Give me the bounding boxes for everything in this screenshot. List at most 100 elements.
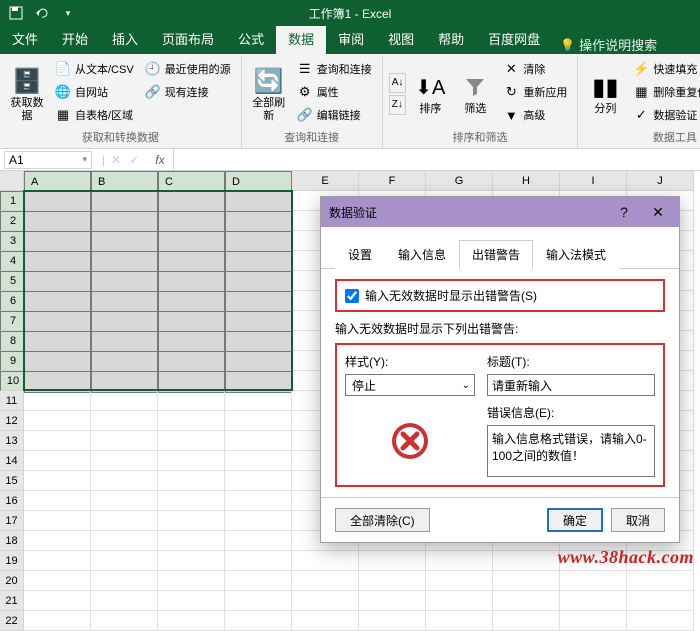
clear-all-button[interactable]: 全部清除(C) — [335, 508, 430, 532]
cell[interactable] — [493, 571, 560, 591]
clear-filter-button[interactable]: ✕清除 — [499, 58, 571, 80]
select-all-corner[interactable] — [0, 171, 24, 191]
help-icon[interactable]: ? — [611, 204, 637, 221]
tab-data[interactable]: 数据 — [276, 23, 326, 54]
tab-review[interactable]: 审阅 — [326, 23, 376, 54]
cell[interactable] — [158, 271, 225, 293]
col-header-G[interactable]: G — [426, 171, 493, 191]
tab-home[interactable]: 开始 — [50, 23, 100, 54]
sort-button[interactable]: ⬇A 排序 — [409, 58, 451, 129]
cell[interactable] — [158, 431, 225, 451]
from-table-button[interactable]: ▦自表格/区域 — [51, 104, 138, 126]
cell[interactable] — [91, 451, 158, 471]
cell[interactable] — [24, 451, 91, 471]
row-header-22[interactable]: 22 — [0, 611, 24, 631]
cell[interactable] — [158, 511, 225, 531]
row-header-10[interactable]: 10 — [0, 371, 24, 391]
col-header-D[interactable]: D — [225, 171, 292, 193]
col-header-B[interactable]: B — [91, 171, 158, 193]
cell[interactable] — [158, 291, 225, 313]
cell[interactable] — [225, 311, 292, 333]
cell[interactable] — [158, 531, 225, 551]
cell[interactable] — [91, 391, 158, 411]
fx-label[interactable]: fx — [147, 153, 172, 167]
cell[interactable] — [158, 491, 225, 511]
tab-baidu[interactable]: 百度网盘 — [476, 23, 552, 54]
cell[interactable] — [560, 571, 627, 591]
cancel-button[interactable]: 取消 — [611, 508, 665, 532]
sort-asc-button[interactable]: A↓ — [389, 73, 407, 93]
cell[interactable] — [24, 291, 91, 313]
cell[interactable] — [426, 591, 493, 611]
cell[interactable] — [91, 291, 158, 313]
col-header-C[interactable]: C — [158, 171, 225, 193]
cell[interactable] — [24, 211, 91, 233]
cell[interactable] — [91, 491, 158, 511]
cell[interactable] — [225, 451, 292, 471]
cell[interactable] — [91, 531, 158, 551]
undo-icon[interactable] — [32, 3, 52, 23]
cell[interactable] — [225, 531, 292, 551]
cell[interactable] — [225, 591, 292, 611]
edit-links-button[interactable]: 🔗编辑链接 — [293, 104, 376, 126]
cell[interactable] — [225, 271, 292, 293]
filter-button[interactable]: 筛选 — [454, 58, 496, 129]
cell[interactable] — [24, 431, 91, 451]
cell[interactable] — [560, 551, 627, 571]
cell[interactable] — [158, 231, 225, 253]
cell[interactable] — [24, 571, 91, 591]
properties-button[interactable]: ⚙属性 — [293, 81, 376, 103]
cell[interactable] — [24, 471, 91, 491]
cell[interactable] — [560, 591, 627, 611]
row-header-14[interactable]: 14 — [0, 451, 24, 471]
formula-input[interactable] — [173, 149, 700, 170]
show-error-checkbox-input[interactable] — [345, 289, 359, 303]
cell[interactable] — [24, 531, 91, 551]
name-box[interactable]: A1 ▾ — [4, 151, 92, 169]
cell[interactable] — [24, 231, 91, 253]
cell[interactable] — [24, 371, 91, 393]
cell[interactable] — [225, 191, 292, 213]
cell[interactable] — [24, 511, 91, 531]
cell[interactable] — [225, 351, 292, 373]
tab-view[interactable]: 视图 — [376, 23, 426, 54]
cell[interactable] — [158, 331, 225, 353]
row-header-16[interactable]: 16 — [0, 491, 24, 511]
cell[interactable] — [158, 571, 225, 591]
cell[interactable] — [91, 311, 158, 333]
cell[interactable] — [24, 611, 91, 631]
cell[interactable] — [225, 251, 292, 273]
flash-fill-button[interactable]: ⚡快速填充 — [629, 58, 700, 80]
row-header-5[interactable]: 5 — [0, 271, 24, 291]
qat-dropdown-icon[interactable]: ▾ — [58, 3, 78, 23]
row-header-2[interactable]: 2 — [0, 211, 24, 231]
title-input[interactable]: 请重新输入 — [487, 374, 655, 396]
existing-conn-button[interactable]: 🔗现有连接 — [141, 81, 235, 103]
cell[interactable] — [91, 511, 158, 531]
cell[interactable] — [24, 271, 91, 293]
cell[interactable] — [359, 571, 426, 591]
refresh-all-button[interactable]: 🔄 全部刷新 — [248, 58, 290, 129]
cell[interactable] — [91, 431, 158, 451]
cell[interactable] — [24, 551, 91, 571]
cell[interactable] — [24, 351, 91, 373]
tell-me-search[interactable]: 💡 操作说明搜索 — [560, 35, 657, 54]
cell[interactable] — [158, 191, 225, 213]
row-header-21[interactable]: 21 — [0, 591, 24, 611]
cell[interactable] — [225, 231, 292, 253]
row-header-3[interactable]: 3 — [0, 231, 24, 251]
cell[interactable] — [91, 411, 158, 431]
cell[interactable] — [493, 551, 560, 571]
cell[interactable] — [24, 191, 91, 213]
cell[interactable] — [158, 591, 225, 611]
save-icon[interactable] — [6, 3, 26, 23]
show-error-checkbox[interactable]: 输入无效数据时显示出错警告(S) — [345, 287, 655, 304]
cell[interactable] — [359, 591, 426, 611]
cell[interactable] — [292, 551, 359, 571]
cell[interactable] — [91, 271, 158, 293]
cell[interactable] — [91, 471, 158, 491]
row-header-17[interactable]: 17 — [0, 511, 24, 531]
tab-help[interactable]: 帮助 — [426, 23, 476, 54]
row-header-13[interactable]: 13 — [0, 431, 24, 451]
cell[interactable] — [493, 591, 560, 611]
